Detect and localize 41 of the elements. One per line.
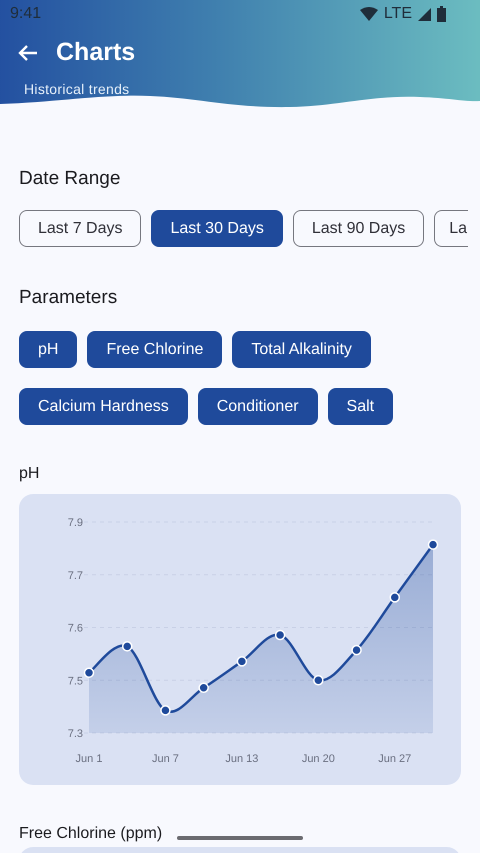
- axis-label: Jun 1: [76, 753, 102, 765]
- data-point: [274, 630, 286, 640]
- axis-label: Jun 20: [302, 753, 335, 765]
- axis-label: 7.7: [68, 570, 83, 582]
- axis-label: Jun 27: [378, 753, 412, 765]
- axis-label: 7.9: [68, 517, 83, 529]
- axis-label: 7.6: [68, 622, 83, 634]
- parameter-chip[interactable]: Calcium Hardness: [19, 388, 188, 425]
- data-point: [84, 667, 94, 678]
- date-range-chip[interactable]: Last 7 Days: [19, 210, 142, 247]
- data-point: [198, 682, 209, 694]
- axis-label: Jun 7: [152, 753, 179, 765]
- chart-title: pH: [19, 465, 40, 483]
- data-point: [351, 644, 362, 656]
- parameter-chip[interactable]: pH: [19, 331, 78, 368]
- axis-label: 7.5: [68, 675, 83, 688]
- signal-icon: [418, 8, 431, 20]
- section-heading: Parameters: [19, 287, 118, 309]
- page-title: Charts: [56, 38, 136, 67]
- network-label: LTE: [384, 5, 412, 23]
- parameter-chip[interactable]: Salt: [328, 388, 394, 425]
- date-range-chip[interactable]: Last 30 Days: [151, 210, 283, 247]
- battery-icon: [437, 6, 446, 22]
- chart-title: Free Chlorine (ppm): [19, 825, 162, 843]
- wifi-icon: [360, 7, 378, 21]
- status-time: 9:41: [10, 5, 42, 23]
- data-point: [428, 539, 438, 550]
- data-point: [313, 675, 324, 686]
- axis-label: 7.3: [68, 728, 83, 740]
- data-point: [390, 592, 400, 603]
- data-point: [160, 705, 171, 716]
- page-subtitle: Historical trends: [24, 81, 130, 97]
- date-range-chip[interactable]: Last 90 Days: [292, 210, 424, 247]
- parameter-chip[interactable]: Total Alkalinity: [232, 331, 371, 368]
- date-range-chip[interactable]: La: [434, 210, 468, 247]
- section-heading: Date Range: [19, 168, 122, 190]
- parameter-chip[interactable]: Conditioner: [198, 388, 318, 425]
- parameter-chip[interactable]: Free Chlorine: [87, 331, 222, 368]
- data-point: [236, 656, 248, 667]
- axis-label: Jun 13: [225, 753, 258, 765]
- data-point: [122, 641, 132, 652]
